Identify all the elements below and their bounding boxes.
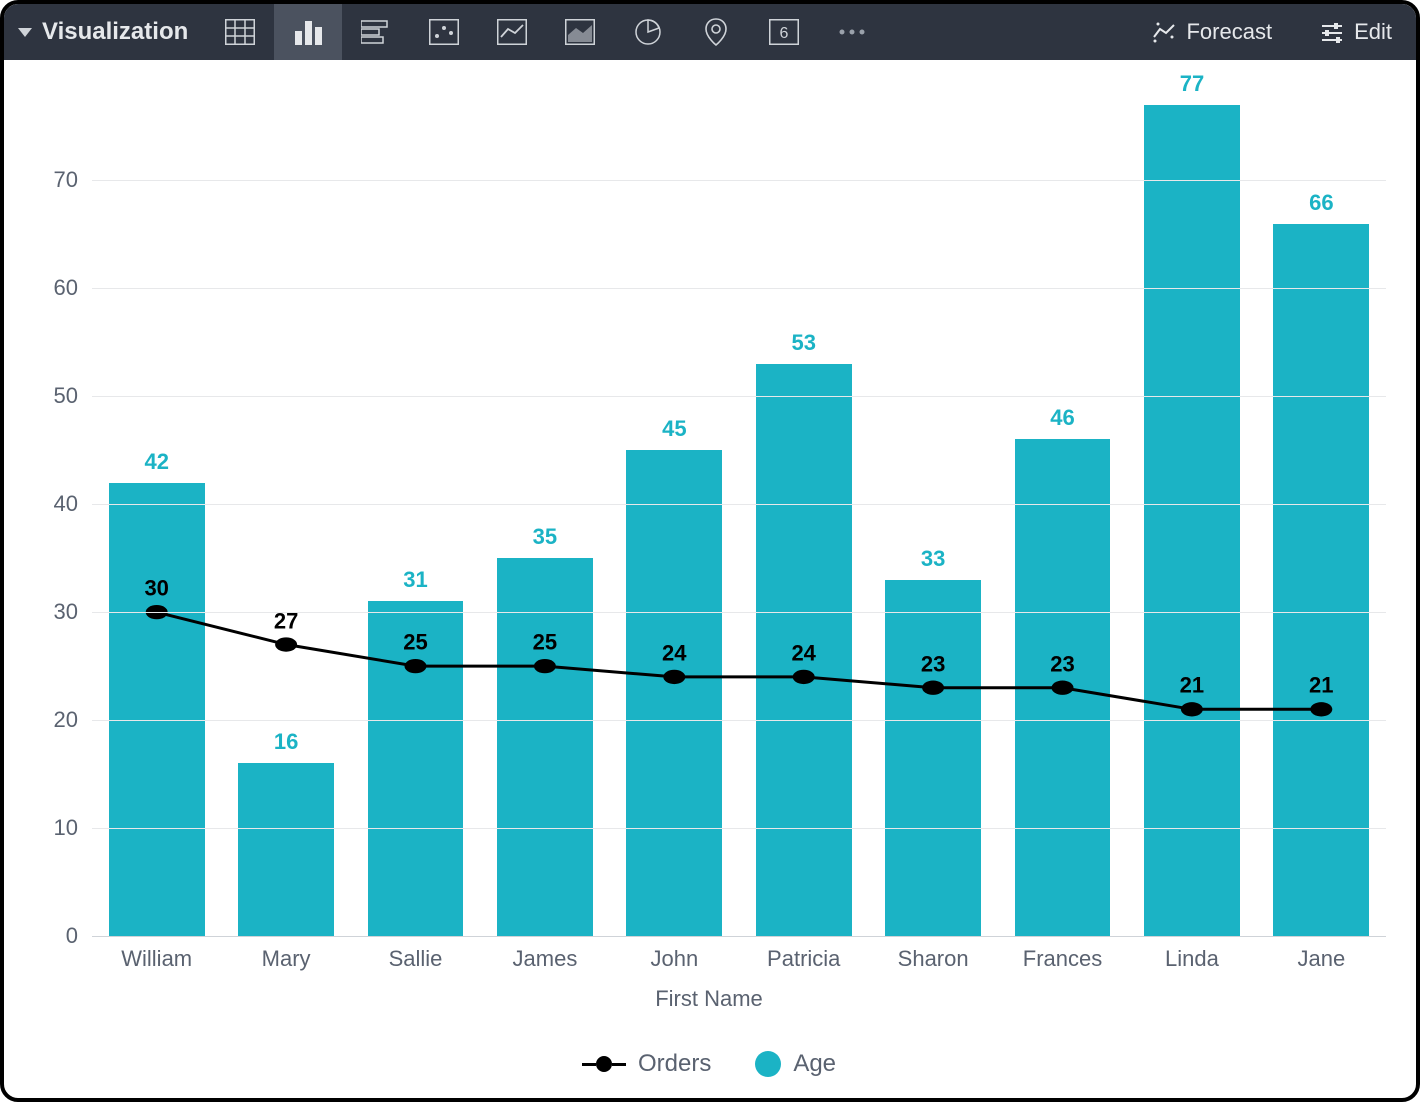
legend-orders-label: Orders xyxy=(638,1050,711,1078)
table-icon xyxy=(225,19,255,45)
chart-type-single-value-button[interactable]: 6 xyxy=(750,4,818,60)
line-value-label: 25 xyxy=(403,630,427,656)
legend: Orders Age xyxy=(32,1050,1386,1078)
toolbar: Visualization xyxy=(4,4,1416,60)
bar[interactable] xyxy=(238,763,334,936)
bar-value-label: 45 xyxy=(662,416,686,442)
svg-text:6: 6 xyxy=(780,25,789,42)
y-tick-label: 70 xyxy=(54,167,78,193)
x-axis-labels: WilliamMarySallieJamesJohnPatriciaSharon… xyxy=(92,936,1386,972)
x-tick-label: Sharon xyxy=(868,946,997,972)
bar-value-label: 33 xyxy=(921,546,945,572)
legend-item-age[interactable]: Age xyxy=(755,1050,836,1078)
visualization-title: Visualization xyxy=(42,18,188,46)
edit-label: Edit xyxy=(1354,19,1392,45)
edit-button[interactable]: Edit xyxy=(1296,4,1416,60)
x-tick-label: Mary xyxy=(221,946,350,972)
line-value-label: 25 xyxy=(533,630,557,656)
plot-area: 010203040506070 42163135455333467766 302… xyxy=(32,94,1386,936)
y-tick-label: 30 xyxy=(54,599,78,625)
bar-value-label: 16 xyxy=(274,729,298,755)
chart-container: 0 10 20 30 40 50 60 70 42 16 31 35 45 53 33 46 77 66 30 2… xyxy=(4,60,1416,1098)
line-value-label: 21 xyxy=(1309,673,1333,699)
chart-type-map-button[interactable] xyxy=(682,4,750,60)
x-tick-label: Sallie xyxy=(351,946,480,972)
bar[interactable] xyxy=(885,580,981,936)
plot[interactable]: 42163135455333467766 3027252524242323212… xyxy=(92,94,1386,936)
y-tick-label: 0 xyxy=(66,923,78,949)
chart-type-column-button[interactable] xyxy=(274,4,342,60)
circle-swatch-icon xyxy=(755,1051,781,1077)
line-chart-icon xyxy=(497,19,527,45)
chart-type-line-button[interactable] xyxy=(478,4,546,60)
line-value-label: 23 xyxy=(1050,651,1074,677)
x-tick-label: Patricia xyxy=(739,946,868,972)
y-tick-label: 40 xyxy=(54,491,78,517)
line-value-label: 27 xyxy=(274,608,298,634)
app-frame: Visualization xyxy=(0,0,1420,1102)
bar-value-label: 66 xyxy=(1309,190,1333,216)
caret-down-icon xyxy=(18,28,32,37)
x-axis-title: First Name xyxy=(32,986,1386,1012)
x-tick-label: Jane xyxy=(1257,946,1386,972)
area-chart-icon xyxy=(565,19,595,45)
bar-value-label: 77 xyxy=(1180,71,1204,97)
chart-type-area-button[interactable] xyxy=(546,4,614,60)
more-icon xyxy=(837,27,867,37)
bar[interactable] xyxy=(626,450,722,936)
pie-chart-icon xyxy=(634,18,662,46)
x-tick-label: James xyxy=(480,946,609,972)
bar[interactable] xyxy=(1015,439,1111,936)
bar-value-label: 46 xyxy=(1050,405,1074,431)
forecast-label: Forecast xyxy=(1186,19,1272,45)
chart-type-pie-button[interactable] xyxy=(614,4,682,60)
chart-type-table-button[interactable] xyxy=(206,4,274,60)
y-tick-label: 20 xyxy=(54,707,78,733)
line-value-label: 24 xyxy=(662,641,686,667)
single-value-icon: 6 xyxy=(769,19,799,45)
chart-type-more-button[interactable] xyxy=(818,4,886,60)
forecast-icon xyxy=(1152,21,1176,43)
sliders-icon xyxy=(1320,21,1344,43)
column-chart-icon xyxy=(293,19,323,45)
scatter-chart-icon xyxy=(429,19,459,45)
x-tick-label: William xyxy=(92,946,221,972)
bar[interactable] xyxy=(1273,224,1369,936)
chart-type-bar-button[interactable] xyxy=(342,4,410,60)
forecast-button[interactable]: Forecast xyxy=(1128,4,1296,60)
line-value-label: 30 xyxy=(144,576,168,602)
y-axis: 010203040506070 xyxy=(32,94,92,936)
visualization-title-group[interactable]: Visualization xyxy=(4,4,206,60)
line-swatch-icon xyxy=(582,1056,626,1072)
legend-item-orders[interactable]: Orders xyxy=(582,1050,711,1078)
line-value-label: 21 xyxy=(1180,673,1204,699)
x-tick-label: Linda xyxy=(1127,946,1256,972)
x-tick-label: Frances xyxy=(998,946,1127,972)
line-value-label: 24 xyxy=(791,641,815,667)
legend-age-label: Age xyxy=(793,1050,836,1078)
bar[interactable] xyxy=(497,558,593,936)
bar[interactable] xyxy=(1144,105,1240,936)
bars-layer: 42163135455333467766 xyxy=(92,94,1386,936)
chart-type-scatter-button[interactable] xyxy=(410,4,478,60)
bar-chart-icon xyxy=(361,19,391,45)
bar-value-label: 42 xyxy=(144,449,168,475)
chart-type-switcher: 6 xyxy=(206,4,886,60)
y-tick-label: 50 xyxy=(54,383,78,409)
map-pin-icon xyxy=(704,17,728,47)
bar-value-label: 53 xyxy=(791,330,815,356)
y-tick-label: 10 xyxy=(54,815,78,841)
bar-value-label: 35 xyxy=(533,524,557,550)
x-tick-label: John xyxy=(610,946,739,972)
line-value-label: 23 xyxy=(921,651,945,677)
bar-value-label: 31 xyxy=(403,567,427,593)
y-tick-label: 60 xyxy=(54,275,78,301)
bar[interactable] xyxy=(109,483,205,936)
